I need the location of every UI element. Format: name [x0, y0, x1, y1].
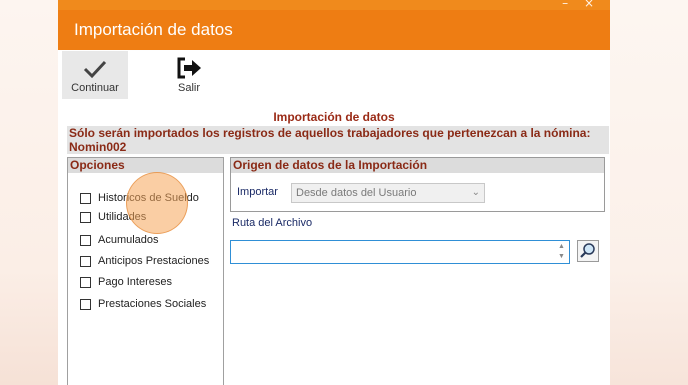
continuar-label: Continuar: [71, 82, 119, 94]
origen-header: Origen de datos de la Importación: [231, 158, 604, 173]
option-label: Pago Intereses: [98, 276, 172, 288]
checkbox[interactable]: [80, 234, 91, 246]
option-label: Prestaciones Sociales: [98, 298, 207, 310]
option-label: Anticipos Prestaciones: [98, 255, 210, 267]
option-pago-intereses[interactable]: Pago Intereses: [80, 274, 172, 290]
option-acumulados[interactable]: Acumulados: [80, 232, 159, 248]
origen-panel: Origen de datos de la Importación Import…: [230, 157, 605, 212]
salir-label: Salir: [177, 82, 200, 94]
option-label: Utilidades: [98, 211, 147, 223]
ruta-label: Ruta del Archivo: [232, 217, 313, 229]
checkbox[interactable]: [80, 255, 91, 267]
checkbox[interactable]: [80, 298, 91, 310]
chevron-down-icon[interactable]: ⌄: [472, 184, 480, 202]
checkbox[interactable]: [80, 192, 91, 204]
option-anticipos-prestaciones[interactable]: Anticipos Prestaciones: [80, 253, 209, 269]
option-prestaciones-sociales[interactable]: Prestaciones Sociales: [80, 296, 206, 312]
titlebar-strip: – ×: [58, 0, 610, 10]
continuar-button[interactable]: Continuar: [62, 51, 128, 99]
background-right: [610, 0, 688, 385]
import-dialog: – × Importación de datos Continuar Salir…: [58, 0, 610, 385]
importar-select[interactable]: Desde datos del Usuario ⌄: [291, 183, 485, 203]
option-label: Historicos de Sueldo: [98, 192, 199, 204]
checkbox[interactable]: [80, 276, 91, 288]
opciones-panel: Opciones Historicos de Sueldo Utilidades…: [67, 157, 224, 385]
opciones-header: Opciones: [68, 158, 223, 173]
background-left: [0, 0, 58, 385]
checkbox[interactable]: [80, 211, 91, 223]
exit-icon: [177, 57, 201, 79]
search-icon: [580, 243, 595, 258]
window-controls[interactable]: – ×: [562, 0, 600, 10]
option-historicos-sueldo[interactable]: Historicos de Sueldo: [80, 190, 199, 206]
importar-value: Desde datos del Usuario: [296, 187, 417, 199]
section-title: Importación de datos: [273, 110, 395, 124]
option-utilidades[interactable]: Utilidades: [80, 209, 146, 225]
checkmark-icon: [83, 60, 107, 79]
window-title: Importación de datos: [58, 10, 610, 50]
browse-button[interactable]: [577, 240, 599, 262]
scroll-arrows-icon[interactable]: ▲ ▼: [556, 242, 567, 262]
ruta-input[interactable]: ▲ ▼: [230, 240, 570, 264]
option-label: Acumulados: [98, 234, 159, 246]
importar-label: Importar: [237, 186, 278, 198]
salir-button[interactable]: Salir: [158, 51, 220, 99]
notice-text: Sólo serán importados los registros de a…: [67, 126, 609, 154]
